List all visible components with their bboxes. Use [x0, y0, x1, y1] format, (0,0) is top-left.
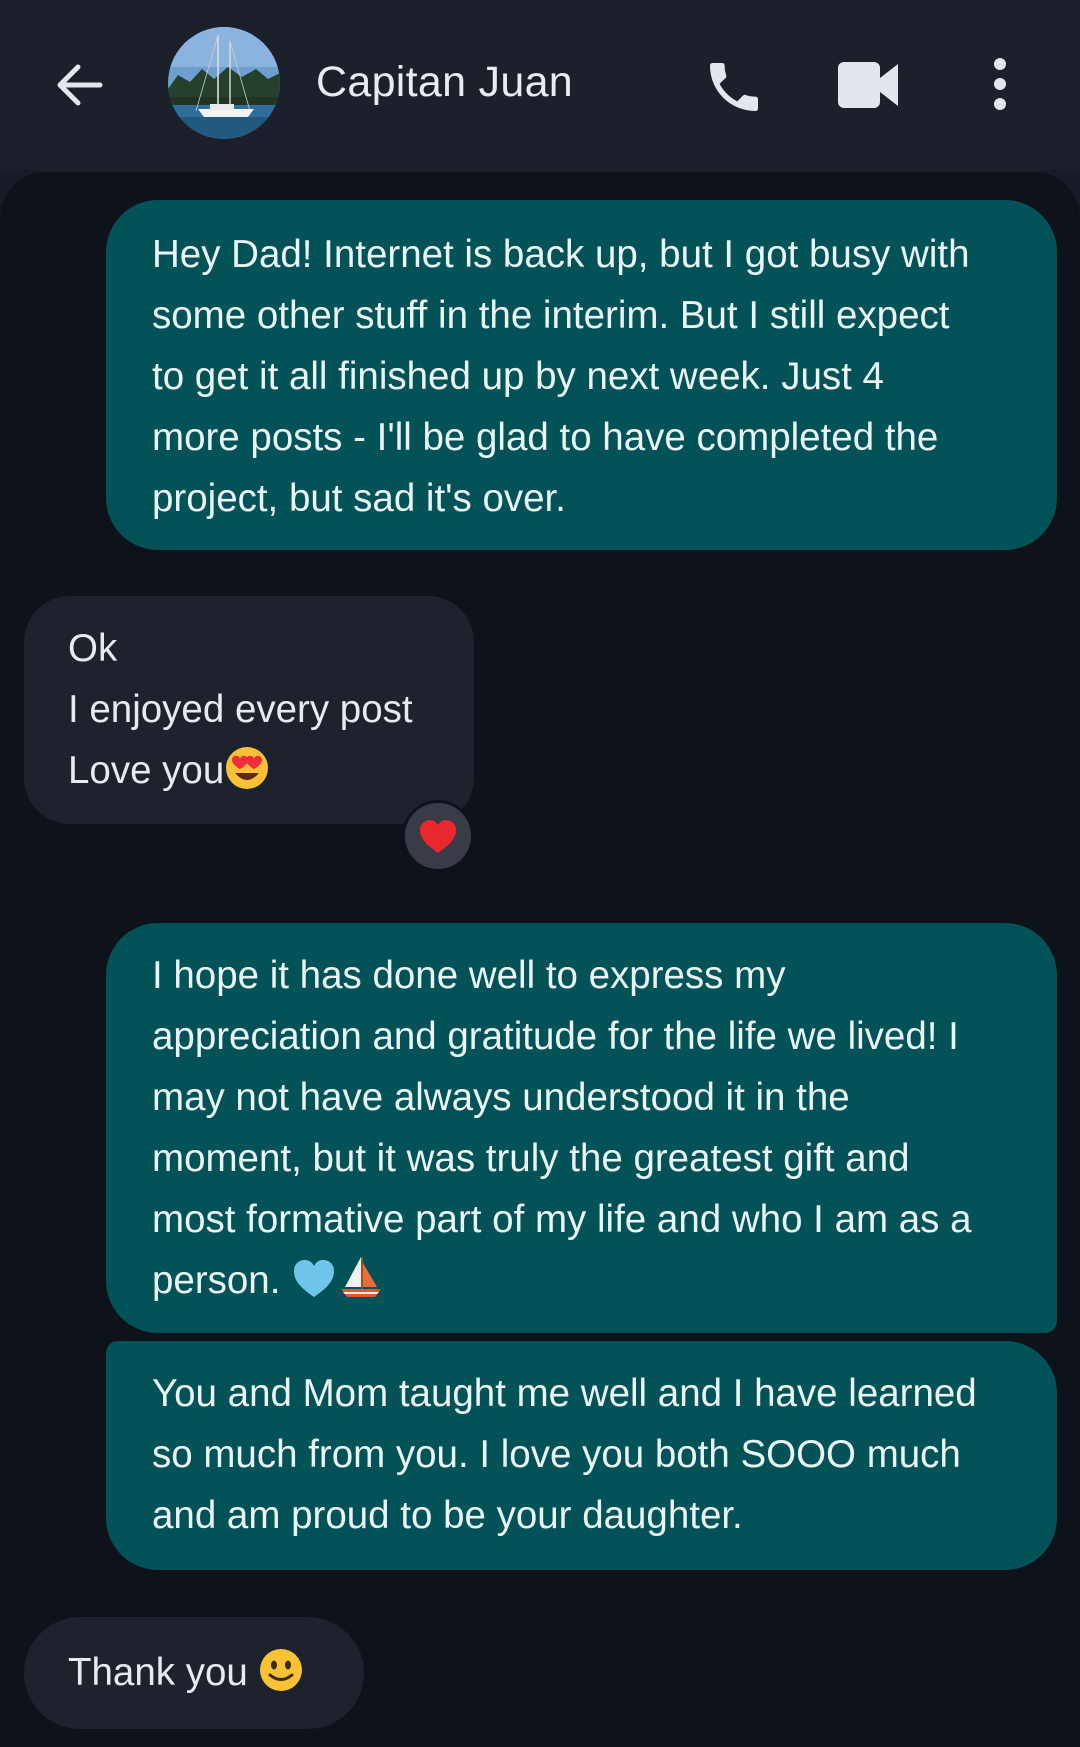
message-line: appreciation and gratitude for the life … — [152, 1015, 959, 1058]
message-line: Ok — [68, 627, 118, 670]
light-blue-heart-emoji — [291, 1252, 337, 1313]
message-line: I hope it has done well to express my — [152, 954, 786, 997]
message-line: person. — [152, 1250, 1037, 1313]
sailboat-photo — [168, 27, 280, 139]
message-line: moment, but it was truly the greatest gi… — [152, 1137, 910, 1180]
red-heart-emoji — [420, 820, 456, 853]
message-line: and am proud to be your daughter. — [152, 1494, 743, 1537]
message-line: Love you — [68, 740, 454, 803]
sailboat-emoji — [337, 1252, 383, 1313]
avatar[interactable] — [168, 27, 280, 139]
message-line: to get it all finished up by next week. … — [152, 355, 884, 398]
message-line: so much from you. I love you both SOOO m… — [152, 1433, 961, 1476]
message-line: more posts - I'll be glad to have comple… — [152, 416, 939, 459]
outgoing-message[interactable]: Hey Dad! Internet is back up, but I got … — [106, 200, 1057, 550]
more-options-button[interactable] — [985, 56, 1015, 112]
arrow-left-icon — [57, 64, 103, 106]
heart-eyes-emoji — [224, 742, 270, 803]
conversation-header: Capitan Juan — [0, 0, 1080, 170]
more-vertical-icon — [994, 58, 1006, 110]
phone-icon — [710, 63, 758, 111]
video-call-button[interactable] — [836, 58, 900, 112]
outgoing-message[interactable]: You and Mom taught me well and I have le… — [106, 1341, 1057, 1570]
message-line: project, but sad it's over. — [152, 477, 566, 520]
message-line: I enjoyed every post — [68, 688, 413, 731]
video-camera-icon — [838, 62, 898, 108]
message-line: Hey Dad! Internet is back up, but I got … — [152, 233, 970, 276]
outgoing-message[interactable]: I hope it has done well to express my ap… — [106, 923, 1057, 1333]
call-button[interactable] — [702, 55, 766, 119]
message-line: Thank you — [68, 1642, 344, 1705]
contact-name[interactable]: Capitan Juan — [316, 54, 573, 110]
incoming-message[interactable]: Ok I enjoyed every post Love you — [24, 596, 474, 824]
reaction-badge[interactable] — [402, 800, 474, 872]
message-line: may not have always understood it in the — [152, 1076, 850, 1119]
back-button[interactable] — [50, 55, 110, 115]
message-line: some other stuff in the interim. But I s… — [152, 294, 950, 337]
incoming-message[interactable]: Thank you — [24, 1617, 364, 1729]
message-line: most formative part of my life and who I… — [152, 1198, 972, 1241]
message-line: You and Mom taught me well and I have le… — [152, 1372, 977, 1415]
slightly-smiling-face-emoji — [258, 1644, 304, 1705]
